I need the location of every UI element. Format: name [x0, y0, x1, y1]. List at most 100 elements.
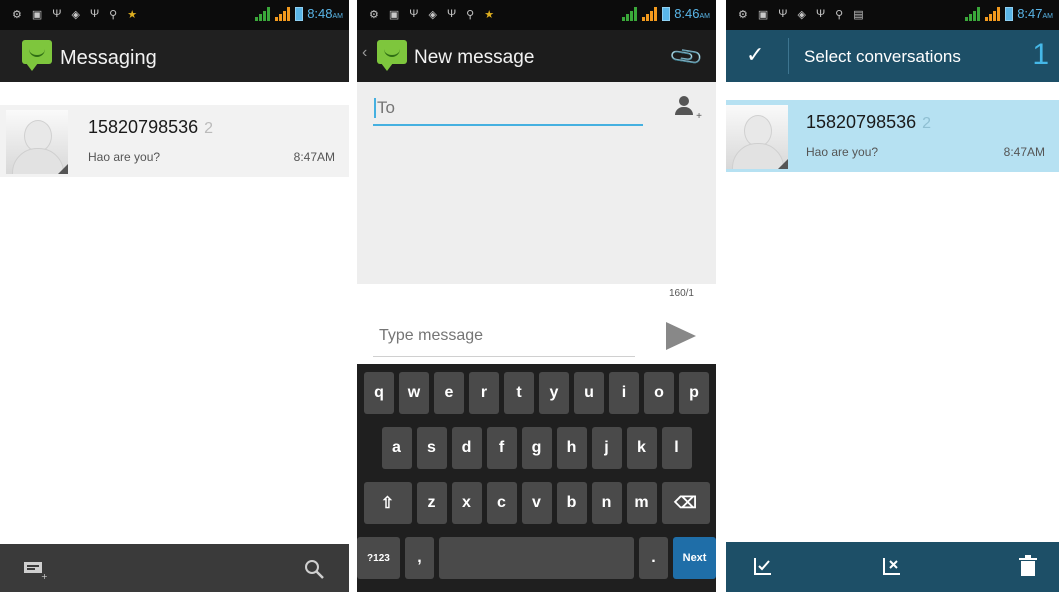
key-w[interactable]: w: [399, 372, 429, 414]
key-i[interactable]: i: [609, 372, 639, 414]
bottom-action-bar: +: [0, 544, 349, 592]
send-icon[interactable]: [666, 322, 696, 350]
message-icon: ▤: [853, 9, 864, 21]
space-key[interactable]: [439, 537, 634, 579]
key-j[interactable]: j: [591, 427, 622, 469]
key-f[interactable]: f: [486, 427, 517, 469]
attach-icon[interactable]: 📎: [667, 38, 705, 76]
status-bar: ⚙ ▣ Ψ ◈ Ψ ⚲ ▤ 8:47AM: [726, 0, 1059, 30]
key-b[interactable]: b: [556, 482, 587, 524]
key-u[interactable]: u: [574, 372, 604, 414]
battery-icon: [662, 6, 671, 21]
add-contact-icon[interactable]: +: [674, 96, 702, 122]
key-a[interactable]: a: [381, 427, 412, 469]
notification-icon: ◈: [428, 9, 437, 21]
notification-icons: ⚙ ▣ Ψ ◈ Ψ ⚲ ★: [12, 8, 137, 21]
notification-icons: ⚙ ▣ Ψ ◈ Ψ ⚲ ▤: [738, 8, 864, 21]
page-title: Select conversations: [804, 47, 961, 66]
notification-icon: ⚙: [369, 9, 379, 21]
key-r[interactable]: r: [469, 372, 499, 414]
action-bar: ✓ Select conversations 1: [726, 30, 1059, 82]
star-icon: ★: [484, 9, 495, 21]
conversation-time: 8:47AM: [293, 150, 335, 164]
battery-icon: [295, 6, 304, 21]
page-title: Messaging: [60, 47, 157, 69]
done-check-icon[interactable]: ✓: [746, 42, 764, 68]
signal-icon: [965, 6, 981, 21]
key-x[interactable]: x: [451, 482, 482, 524]
key-v[interactable]: v: [521, 482, 552, 524]
conversation-sender: 15820798536 2: [88, 117, 214, 137]
conversation-snippet: Hao are you?: [88, 150, 161, 164]
key-n[interactable]: n: [591, 482, 622, 524]
recipient-input[interactable]: [373, 92, 649, 124]
compose-icon[interactable]: +: [22, 556, 48, 582]
keyboard-row: a s d f g h j k l: [357, 427, 716, 469]
clock: 8:46AM: [674, 6, 710, 21]
key-s[interactable]: s: [416, 427, 447, 469]
key-m[interactable]: m: [626, 482, 657, 524]
action-bar: Messaging: [0, 30, 349, 82]
avatar[interactable]: [726, 105, 788, 169]
recipient-field[interactable]: [373, 92, 649, 126]
key-o[interactable]: o: [644, 372, 674, 414]
message-count: 2: [922, 115, 932, 132]
messaging-screen: ⚙ ▣ Ψ ◈ Ψ ⚲ ★ 8:48AM Messaging 158207985…: [0, 0, 349, 592]
backspace-key[interactable]: ⌫: [661, 482, 710, 524]
action-bar: ‹ New message 📎: [357, 30, 716, 82]
search-icon[interactable]: [301, 556, 327, 582]
status-bar: ⚙ ▣ Ψ ◈ Ψ ⚲ ★ 8:46AM: [357, 0, 716, 30]
wifi-icon: ⚲: [466, 9, 475, 21]
usb-icon: Ψ: [778, 8, 788, 20]
notification-icon: ⚙: [12, 9, 22, 21]
key-c[interactable]: c: [486, 482, 517, 524]
divider: [788, 38, 789, 74]
messaging-app-icon[interactable]: [377, 40, 407, 71]
new-message-screen: ⚙ ▣ Ψ ◈ Ψ ⚲ ★ 8:46AM ‹ New message 📎 + 1…: [357, 0, 716, 592]
conversation-item[interactable]: 15820798536 2 Hao are you? 8:47AM: [0, 105, 349, 177]
select-all-icon[interactable]: [752, 555, 774, 583]
select-conversations-screen: ⚙ ▣ Ψ ◈ Ψ ⚲ ▤ 8:47AM ✓ Select conversati…: [726, 0, 1059, 592]
key-k[interactable]: k: [626, 427, 657, 469]
message-input[interactable]: [373, 316, 643, 356]
key-z[interactable]: z: [416, 482, 447, 524]
period-key[interactable]: .: [638, 537, 669, 579]
notification-icon: ▣: [757, 9, 769, 21]
conversation-item-selected[interactable]: 15820798536 2 Hao are you? 8:47AM: [726, 100, 1059, 172]
comma-key[interactable]: ,: [404, 537, 435, 579]
key-t[interactable]: t: [504, 372, 534, 414]
avatar[interactable]: [6, 110, 68, 174]
usb-icon: Ψ: [446, 8, 457, 20]
signal-icon: [642, 6, 658, 21]
key-g[interactable]: g: [521, 427, 552, 469]
keyboard-row: q w e r t y u i o p: [357, 372, 716, 414]
key-e[interactable]: e: [434, 372, 464, 414]
clock: 8:48AM: [307, 6, 343, 21]
conversation-snippet: Hao are you?: [806, 145, 879, 159]
status-bar: ⚙ ▣ Ψ ◈ Ψ ⚲ ★ 8:48AM: [0, 0, 349, 30]
key-q[interactable]: q: [364, 372, 394, 414]
selected-count: 1: [1032, 38, 1049, 71]
notification-icon: ▣: [388, 9, 400, 21]
messaging-app-icon[interactable]: [22, 40, 52, 71]
usb-icon: Ψ: [815, 8, 826, 20]
trash-icon[interactable]: [1019, 555, 1037, 583]
notification-icon: ◈: [797, 9, 806, 21]
key-y[interactable]: y: [539, 372, 569, 414]
page-title: New message: [414, 47, 535, 68]
char-counter: 160/1: [668, 288, 694, 299]
compose-area: +: [357, 82, 716, 284]
message-field[interactable]: [373, 316, 643, 357]
signal-icon: [255, 6, 271, 21]
next-key[interactable]: Next: [673, 537, 716, 579]
back-icon[interactable]: ‹: [362, 44, 367, 62]
key-p[interactable]: p: [679, 372, 709, 414]
signal-icon: [275, 6, 291, 21]
key-d[interactable]: d: [451, 427, 482, 469]
shift-key[interactable]: ⇧: [363, 482, 412, 524]
keyboard-row: ⇧ z x c v b n m ⌫: [357, 482, 716, 524]
deselect-all-icon[interactable]: [881, 555, 903, 583]
symbols-key[interactable]: ?123: [357, 537, 400, 579]
key-l[interactable]: l: [661, 427, 692, 469]
key-h[interactable]: h: [556, 427, 587, 469]
